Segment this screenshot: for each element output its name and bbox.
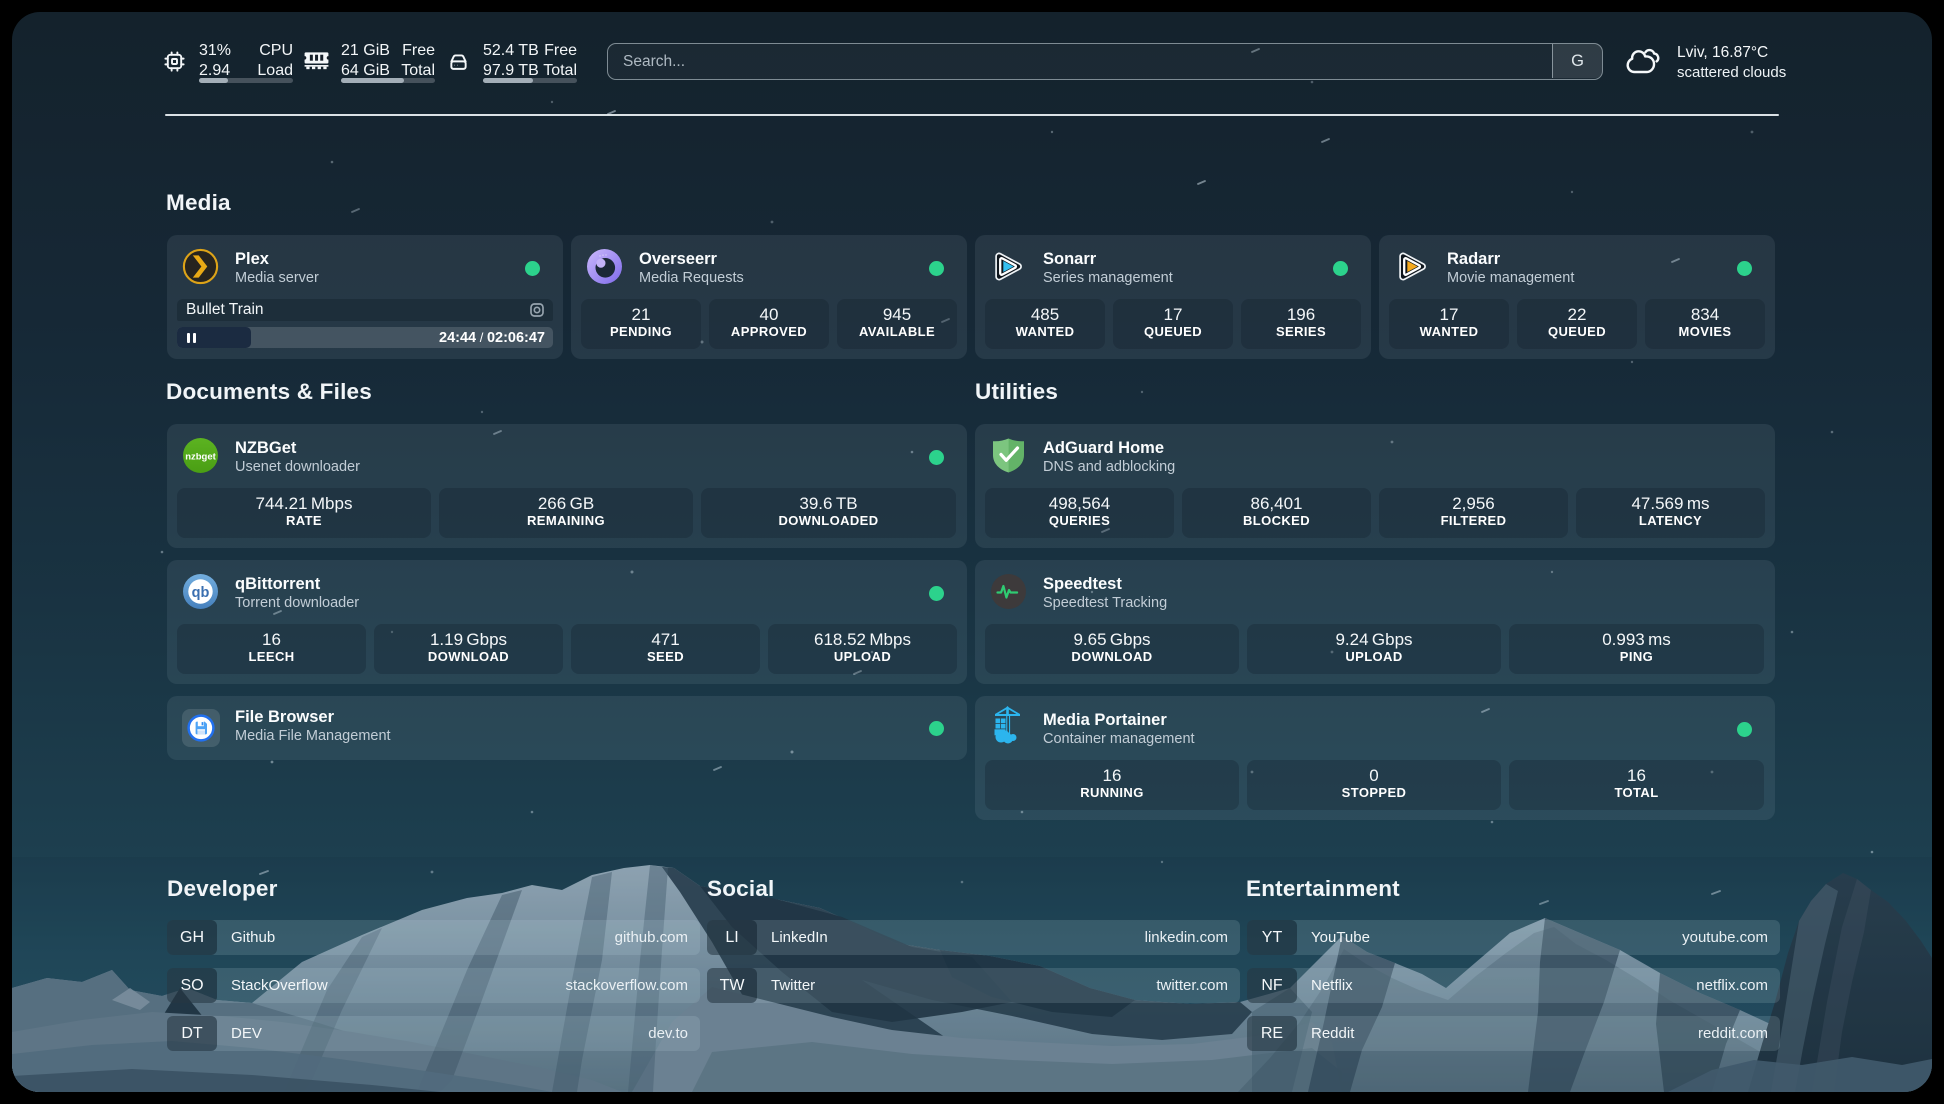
svg-text:qb: qb [192,585,210,601]
svg-text:nzbget: nzbget [185,452,216,463]
